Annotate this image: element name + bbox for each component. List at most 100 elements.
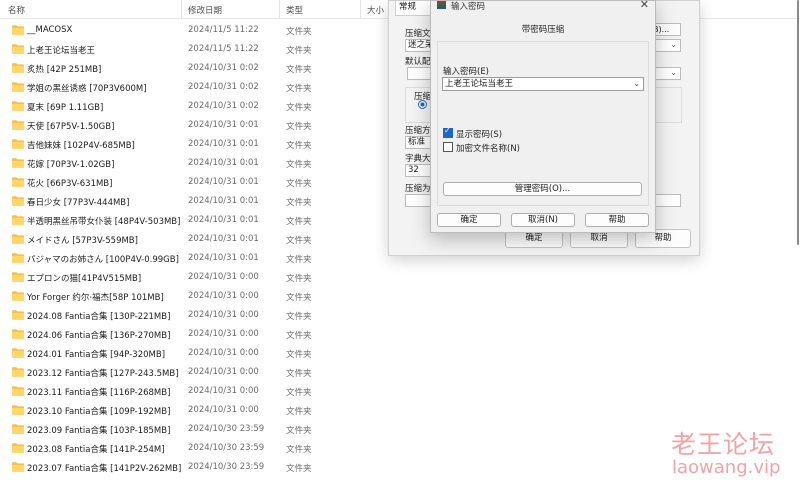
show-password-checkbox[interactable]: 显示密码(S) <box>443 126 502 140</box>
folder-icon <box>12 348 24 358</box>
column-type[interactable]: 类型 <box>286 4 303 16</box>
password-input[interactable]: 上老王论坛当老王 ⌄ <box>442 77 644 91</box>
file-date: 2024/11/5 11:22 <box>188 44 259 54</box>
split-unit-dropdown[interactable] <box>655 194 681 207</box>
method-label: 压缩方 <box>405 126 431 136</box>
file-name: 吉他妹妹 [102P4V-685MB] <box>27 141 135 151</box>
file-name: 2023.10 Fantia合集 [109P-192MB] <box>27 407 171 417</box>
file-type: 文件夹 <box>286 293 312 303</box>
checkbox-checked-icon[interactable] <box>443 126 453 138</box>
file-type: 文件夹 <box>286 464 312 474</box>
close-icon[interactable]: ✕ <box>640 0 649 11</box>
password-ok-button[interactable]: 确定 <box>437 213 501 227</box>
file-date: 2024/10/31 0:01 <box>188 177 259 187</box>
encrypt-names-checkbox[interactable]: 加密文件名称(N) <box>443 142 520 154</box>
folder-icon <box>12 386 24 396</box>
folder-icon <box>12 234 24 244</box>
file-row[interactable]: 2023.10 Fantia合集 [109P-192MB] 2024/10/31 … <box>0 401 800 420</box>
chevron-down-icon[interactable]: ⌄ <box>670 40 677 49</box>
watermark-url: laowang.vip <box>672 457 781 478</box>
file-date: 2024/10/30 23:59 <box>188 424 265 434</box>
folder-icon <box>12 158 24 168</box>
file-name: 2023.11 Fantia合集 [116P-268MB] <box>27 388 171 398</box>
file-name: 2023.09 Fantia合集 [103P-185MB] <box>27 426 171 436</box>
dialog-title: 输入密码 <box>451 2 486 12</box>
folder-icon <box>12 329 24 339</box>
dialog-title-bar[interactable]: 输入密码 ✕ <box>431 0 655 13</box>
chevron-down-icon[interactable]: ⌄ <box>633 78 640 90</box>
column-separator[interactable] <box>279 0 280 18</box>
file-type: 文件夹 <box>286 369 312 379</box>
file-date: 2024/10/31 0:00 <box>188 386 259 396</box>
file-name: 天使 [67P5V-1.50GB] <box>27 122 115 132</box>
dictionary-label: 字典大 <box>405 154 431 164</box>
file-date: 2024/10/31 0:00 <box>188 405 259 415</box>
file-type: 文件夹 <box>286 407 312 417</box>
manage-passwords-button[interactable]: 管理密码(O)... <box>443 182 642 196</box>
file-date: 2024/10/31 0:00 <box>188 348 259 358</box>
folder-icon <box>12 139 24 149</box>
password-cancel-button[interactable]: 取消(N) <box>511 213 575 227</box>
folder-icon <box>12 405 24 415</box>
watermark-text: 老王论坛 <box>671 430 776 459</box>
file-name: 2023.07 Fantia合集 [141P2V-262MB] <box>27 464 182 474</box>
folder-icon <box>12 82 24 92</box>
folder-icon <box>12 196 24 206</box>
file-name: 夏末 [69P 1.11GB] <box>27 103 104 113</box>
file-type: 文件夹 <box>286 445 312 455</box>
file-date: 2024/10/31 0:00 <box>188 272 259 282</box>
file-type: 文件夹 <box>286 426 312 436</box>
file-date: 2024/10/30 23:59 <box>188 443 265 453</box>
password-help-button[interactable]: 帮助 <box>585 213 649 227</box>
file-row[interactable]: 2023.11 Fantia合集 [116P-268MB] 2024/10/31 … <box>0 382 800 401</box>
file-name: 学姐の黑丝诱惑 [70P3V600M] <box>27 84 147 94</box>
folder-icon <box>12 424 24 434</box>
folder-icon <box>12 120 24 130</box>
column-date[interactable]: 修改日期 <box>188 4 222 16</box>
folder-icon <box>12 44 24 54</box>
file-type: 文件夹 <box>286 312 312 322</box>
file-row[interactable]: 2024.06 Fantia合集 [136P-270MB] 2024/10/31 … <box>0 325 800 344</box>
folder-icon <box>12 367 24 377</box>
file-name: __MACOSX <box>27 25 73 35</box>
file-date: 2024/11/5 11:22 <box>188 25 259 35</box>
chevron-down-icon[interactable]: ⌄ <box>670 68 677 77</box>
password-value: 上老王论坛当老王 <box>445 79 514 89</box>
vertical-scrollbar[interactable] <box>797 0 799 245</box>
file-type: 文件夹 <box>286 65 312 75</box>
winrar-icon <box>437 1 446 9</box>
column-separator[interactable] <box>360 0 361 18</box>
file-date: 2024/10/31 0:02 <box>188 82 259 92</box>
password-dialog: 输入密码 ✕ 带密码压缩 输入密码(E) 上老王论坛当老王 ⌄ 显示密码(S) … <box>430 0 656 233</box>
file-type: 文件夹 <box>286 141 312 151</box>
file-name: エプロンの猫[41P4V515MB] <box>27 274 142 284</box>
column-size[interactable]: 大小 <box>367 4 384 16</box>
encrypt-names-label: 加密文件名称(N) <box>456 144 520 154</box>
file-type: 文件夹 <box>286 388 312 398</box>
file-row[interactable]: 2023.12 Fantia合集 [127P-243.5MB] 2024/10/3… <box>0 363 800 382</box>
folder-icon <box>12 462 24 472</box>
file-row[interactable]: 2024.01 Fantia合集 [94P-320MB] 2024/10/31 0… <box>0 344 800 363</box>
folder-icon <box>12 63 24 73</box>
file-date: 2024/10/31 0:01 <box>188 158 259 168</box>
file-date: 2024/10/31 0:01 <box>188 139 259 149</box>
tab-general[interactable]: 常规 <box>395 1 432 16</box>
file-type: 文件夹 <box>286 46 312 56</box>
file-row[interactable]: Yor Forger 约尔·福杰[58P 101MB] 2024/10/31 0:… <box>0 287 800 306</box>
radio-rar-icon[interactable] <box>418 100 427 109</box>
folder-icon <box>12 253 24 263</box>
checkbox-icon[interactable] <box>443 142 453 152</box>
column-separator[interactable] <box>181 0 182 18</box>
folder-icon <box>12 25 24 35</box>
folder-icon <box>12 177 24 187</box>
file-name: 2024.06 Fantia合集 [136P-270MB] <box>27 331 171 341</box>
file-row[interactable]: 2024.08 Fantia合集 [130P-221MB] 2024/10/31 … <box>0 306 800 325</box>
method-value: 标准 <box>408 137 426 147</box>
file-name: Yor Forger 约尔·福杰[58P 101MB] <box>27 293 164 303</box>
column-name[interactable]: 名称 <box>8 4 25 16</box>
file-name: 2024.08 Fantia合集 [130P-221MB] <box>27 312 171 322</box>
folder-icon <box>12 101 24 111</box>
password-label: 输入密码(E) <box>443 67 490 77</box>
file-row[interactable]: エプロンの猫[41P4V515MB] 2024/10/31 0:00 文件夹 <box>0 268 800 287</box>
file-type: 文件夹 <box>286 236 312 246</box>
